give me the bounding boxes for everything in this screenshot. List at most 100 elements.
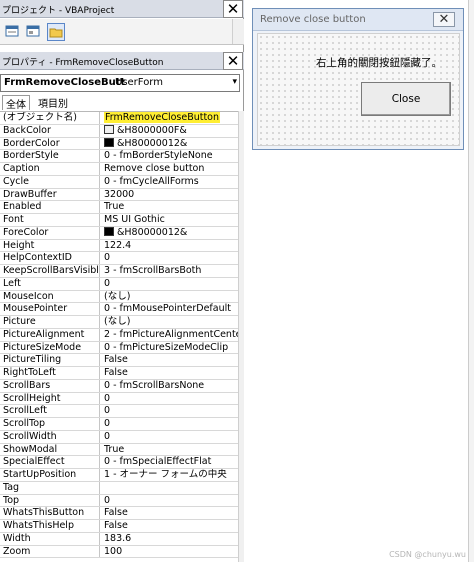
chevron-down-icon[interactable]: ▾ [232, 77, 237, 87]
property-row[interactable]: PictureAlignment 2 - fmPictureAlignmentCe… [0, 328, 238, 342]
property-value[interactable]: 0 [101, 431, 238, 443]
property-row[interactable]: KeepScrollBarsVisible 3 - fmScrollBarsBot… [0, 265, 238, 278]
property-row[interactable]: ShowModal True [0, 443, 238, 457]
property-value-text: 0 - fmPictureSizeModeClip [104, 341, 229, 353]
property-row[interactable]: Zoom 100 [0, 545, 238, 559]
color-swatch [104, 137, 114, 147]
property-value[interactable]: 100 [101, 546, 238, 558]
property-row[interactable]: HelpContextID 0 [0, 252, 238, 265]
property-row[interactable]: DrawBuffer 32000 [0, 188, 238, 202]
tab-categorized[interactable]: 項目別 [35, 95, 71, 110]
property-row[interactable]: Cycle 0 - fmCycleAllForms [0, 175, 238, 189]
property-name: Caption [0, 163, 100, 175]
property-value[interactable]: 0 - fmPictureSizeModeClip [101, 342, 238, 354]
property-row[interactable]: BorderStyle 0 - fmBorderStyleNone [0, 150, 238, 163]
properties-close-icon[interactable]: ✕ [223, 52, 243, 70]
property-row[interactable]: Top 0 [0, 494, 238, 508]
property-name: SpecialEffect [0, 456, 100, 468]
property-row[interactable]: PictureTiling False [0, 354, 238, 367]
property-row[interactable]: WhatsThisButton False [0, 507, 238, 520]
property-value[interactable]: 0 [101, 252, 238, 264]
property-value-text: 3 - fmScrollBarsBoth [104, 265, 202, 276]
properties-scrollbar[interactable] [238, 111, 244, 562]
property-row[interactable]: Left 0 [0, 277, 238, 291]
view-code-icon[interactable] [4, 23, 22, 41]
property-value[interactable]: 183.6 [101, 533, 238, 545]
color-swatch [104, 226, 114, 236]
property-value[interactable]: False [101, 354, 238, 366]
property-row[interactable]: Width 183.6 [0, 532, 238, 546]
property-value[interactable]: (なし) [101, 291, 238, 303]
property-value-text: True [104, 201, 125, 213]
property-row[interactable]: ScrollHeight 0 [0, 392, 238, 406]
property-value[interactable]: 0 [101, 405, 238, 417]
property-value[interactable]: 0 - fmSpecialEffectFlat [101, 456, 238, 468]
property-value[interactable]: 3 - fmScrollBarsBoth [101, 265, 238, 277]
toggle-folders-icon[interactable] [47, 23, 65, 41]
property-row[interactable]: WhatsThisHelp False [0, 520, 238, 533]
property-value[interactable]: &H8000000F& [101, 124, 238, 137]
property-name: Top [0, 494, 100, 507]
property-value[interactable]: True [101, 201, 238, 213]
property-row[interactable]: (オブジェクト名) FrmRemoveCloseButton [0, 112, 238, 125]
property-row[interactable]: BackColor &H8000000F& [0, 124, 238, 138]
property-value[interactable]: False [101, 367, 238, 379]
designer-scrollbar[interactable] [468, 0, 474, 562]
property-value[interactable]: &H80000012& [101, 226, 238, 239]
project-close-icon[interactable]: ✕ [223, 0, 243, 18]
object-selector[interactable]: FrmRemoveCloseButt UserForm ▾ [0, 74, 240, 92]
tab-alphabetic[interactable]: 全体 [2, 95, 30, 111]
close-icon[interactable]: ✕ [433, 12, 455, 27]
property-value[interactable]: MS UI Gothic [101, 214, 238, 226]
property-row[interactable]: ScrollBars 0 - fmScrollBarsNone [0, 379, 238, 393]
property-value[interactable]: FrmRemoveCloseButton [101, 112, 238, 124]
property-value[interactable]: 0 [101, 278, 238, 290]
property-value[interactable]: 1 - オーナー フォームの中央 [101, 469, 238, 481]
property-value[interactable]: 0 [101, 418, 238, 430]
property-value[interactable]: &H80000012& [101, 137, 238, 150]
userform-label[interactable]: 右上角的關閉按鈕隱藏了。 [316, 55, 442, 70]
property-row[interactable]: MouseIcon (なし) [0, 290, 238, 304]
property-row[interactable]: Font MS UI Gothic [0, 214, 238, 227]
property-name: WhatsThisHelp [0, 520, 100, 532]
property-value[interactable]: 0 [101, 393, 238, 405]
property-row[interactable]: Picture (なし) [0, 316, 238, 329]
project-scrollbar[interactable] [232, 19, 244, 44]
property-value[interactable]: False [101, 507, 238, 519]
property-value[interactable]: 0 - fmMousePointerDefault [101, 303, 238, 315]
property-value[interactable]: 0 - fmBorderStyleNone [101, 150, 238, 162]
property-row[interactable]: PictureSizeMode 0 - fmPictureSizeModeClip [0, 341, 238, 355]
property-row[interactable]: ScrollLeft 0 [0, 405, 238, 418]
property-name: ScrollLeft [0, 405, 100, 417]
property-row[interactable]: BorderColor &H80000012& [0, 137, 238, 151]
view-object-icon[interactable] [25, 23, 43, 41]
property-row[interactable]: RightToLeft False [0, 367, 238, 380]
property-value[interactable]: True [101, 444, 238, 456]
property-name: ForeColor [0, 226, 100, 239]
property-row[interactable]: Tag [0, 481, 238, 495]
property-row[interactable]: SpecialEffect 0 - fmSpecialEffectFlat [0, 456, 238, 469]
property-row[interactable]: StartUpPosition 1 - オーナー フォームの中央 [0, 469, 238, 482]
property-value[interactable]: 0 - fmCycleAllForms [101, 176, 238, 188]
property-value[interactable]: 0 [101, 495, 238, 507]
property-row[interactable]: ScrollTop 0 [0, 418, 238, 431]
property-row[interactable]: ForeColor &H80000012& [0, 226, 238, 240]
close-button[interactable]: Close [361, 82, 451, 116]
property-value-text: MS UI Gothic [104, 214, 165, 225]
property-row[interactable]: ScrollWidth 0 [0, 430, 238, 444]
property-value[interactable]: 2 - fmPictureAlignmentCente [101, 329, 238, 341]
property-value[interactable]: 32000 [101, 189, 238, 201]
property-value-text: False [104, 354, 128, 366]
property-value[interactable]: Remove close button [101, 163, 238, 175]
property-row[interactable]: MousePointer 0 - fmMousePointerDefault [0, 303, 238, 316]
property-value[interactable]: False [101, 520, 238, 532]
property-value[interactable] [101, 482, 238, 494]
property-row[interactable]: Height 122.4 [0, 239, 238, 253]
userform-preview[interactable]: Remove close button ✕ 右上角的關閉按鈕隱藏了。 Close [252, 8, 464, 150]
property-row[interactable]: Enabled True [0, 201, 238, 214]
property-row[interactable]: Caption Remove close button [0, 163, 238, 176]
property-value[interactable]: (なし) [101, 316, 238, 328]
property-value[interactable]: 0 - fmScrollBarsNone [101, 380, 238, 392]
property-name: Cycle [0, 175, 100, 188]
property-value[interactable]: 122.4 [101, 240, 238, 252]
